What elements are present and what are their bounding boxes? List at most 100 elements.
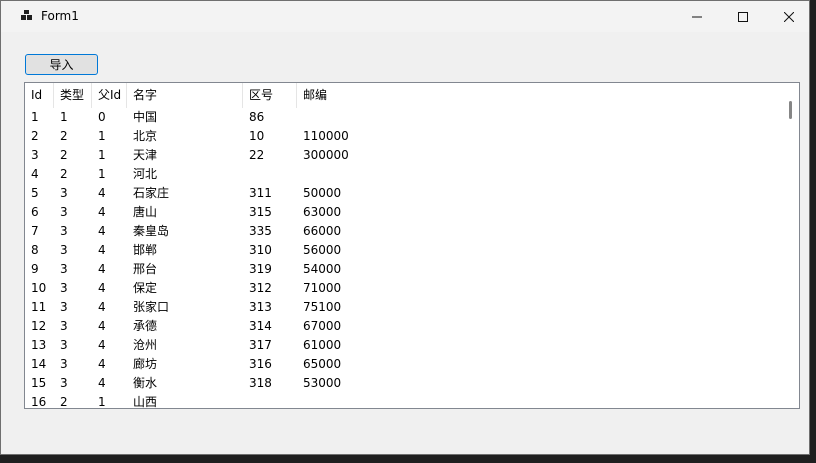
- column-header-postcode[interactable]: 邮编: [297, 83, 377, 108]
- table-row[interactable]: 12 3 4 承德 314 67000: [25, 317, 781, 336]
- cell-parent-id: 1: [98, 395, 106, 409]
- cell-area-code: [243, 393, 249, 408]
- data-listview[interactable]: Id 类型 父Id 名字 区号 邮编 1 1 0 中国 86 2 2 1 北京 10 110000 3…: [24, 82, 800, 409]
- close-icon: [784, 11, 794, 22]
- table-row[interactable]: 7 3 4 秦皇岛 335 66000: [25, 222, 781, 241]
- maximize-icon: [738, 11, 748, 22]
- listview-rows: 1 1 0 中国 86 2 2 1 北京 10 110000 3 2 1 天津 22 300000 4 2 1 河北 5 3…: [25, 108, 781, 409]
- cell-name: 承德: [133, 319, 158, 333]
- cell-area-code: 10: [249, 129, 265, 143]
- table-row[interactable]: 8 3 4 邯郸 310 56000: [25, 241, 781, 260]
- cell-type: 1: [60, 110, 68, 124]
- cell-name: 河北: [133, 167, 158, 181]
- cell-type: 3: [60, 338, 68, 352]
- cell-parent-id: 4: [98, 281, 106, 295]
- cell-area-code: 311: [249, 186, 272, 200]
- cell-id: 11: [31, 300, 47, 314]
- table-row[interactable]: 1 1 0 中国 86: [25, 108, 781, 127]
- table-row[interactable]: 13 3 4 沧州 317 61000: [25, 336, 781, 355]
- column-header-name[interactable]: 名字: [127, 83, 243, 108]
- cell-id: 4: [31, 167, 39, 181]
- cell-parent-id: 1: [98, 167, 106, 181]
- cell-parent-id: 4: [98, 338, 106, 352]
- cell-area-code: 86: [249, 110, 265, 124]
- cell-name: 保定: [133, 281, 158, 295]
- table-row[interactable]: 9 3 4 邢台 319 54000: [25, 260, 781, 279]
- cell-id: 7: [31, 224, 39, 238]
- cell-type: 3: [60, 224, 68, 238]
- table-row[interactable]: 15 3 4 衡水 318 53000: [25, 374, 781, 393]
- cell-postcode: [297, 165, 303, 184]
- cell-name: 张家口: [133, 300, 170, 314]
- cell-postcode: 61000: [303, 338, 342, 352]
- table-row[interactable]: 4 2 1 河北: [25, 165, 781, 184]
- cell-parent-id: 4: [98, 319, 106, 333]
- cell-area-code: 310: [249, 243, 272, 257]
- cell-id: 10: [31, 281, 47, 295]
- table-row[interactable]: 10 3 4 保定 312 71000: [25, 279, 781, 298]
- cell-type: 3: [60, 300, 68, 314]
- cell-id: 9: [31, 262, 39, 276]
- cell-area-code: 316: [249, 357, 272, 371]
- cell-postcode: 67000: [303, 319, 342, 333]
- cell-name: 山西: [133, 395, 158, 409]
- title-bar[interactable]: Form1: [1, 1, 809, 32]
- cell-type: 3: [60, 376, 68, 390]
- cell-parent-id: 4: [98, 205, 106, 219]
- minimize-button[interactable]: [674, 1, 720, 32]
- cell-type: 3: [60, 186, 68, 200]
- table-row[interactable]: 11 3 4 张家口 313 75100: [25, 298, 781, 317]
- app-icon: [21, 10, 32, 20]
- cell-area-code: 315: [249, 205, 272, 219]
- cell-id: 3: [31, 148, 39, 162]
- cell-postcode: 63000: [303, 205, 342, 219]
- cell-type: 2: [60, 395, 68, 409]
- cell-type: 2: [60, 129, 68, 143]
- cell-name: 衡水: [133, 376, 158, 390]
- cell-id: 13: [31, 338, 47, 352]
- cell-type: 3: [60, 205, 68, 219]
- cell-postcode: 300000: [303, 148, 349, 162]
- cell-parent-id: 4: [98, 376, 106, 390]
- cell-area-code: 317: [249, 338, 272, 352]
- cell-id: 2: [31, 129, 39, 143]
- table-row[interactable]: 2 2 1 北京 10 110000: [25, 127, 781, 146]
- table-row[interactable]: 6 3 4 唐山 315 63000: [25, 203, 781, 222]
- table-row[interactable]: 3 2 1 天津 22 300000: [25, 146, 781, 165]
- cell-name: 邢台: [133, 262, 158, 276]
- cell-name: 天津: [133, 148, 158, 162]
- vertical-scrollbar[interactable]: [782, 83, 799, 408]
- cell-area-code: 22: [249, 148, 265, 162]
- cell-postcode: 50000: [303, 186, 342, 200]
- column-header-type[interactable]: 类型: [54, 83, 92, 108]
- window-title: Form1: [41, 9, 79, 23]
- cell-parent-id: 4: [98, 262, 106, 276]
- table-row[interactable]: 14 3 4 廊坊 316 65000: [25, 355, 781, 374]
- column-header-area-code[interactable]: 区号: [243, 83, 297, 108]
- column-header-parent-id[interactable]: 父Id: [92, 83, 127, 108]
- maximize-button[interactable]: [720, 1, 766, 32]
- cell-postcode: 54000: [303, 262, 342, 276]
- cell-name: 中国: [133, 110, 158, 124]
- cell-name: 廊坊: [133, 357, 158, 371]
- cell-name: 唐山: [133, 205, 158, 219]
- scrollbar-thumb[interactable]: [789, 101, 792, 119]
- cell-name: 北京: [133, 129, 158, 143]
- table-row[interactable]: 5 3 4 石家庄 311 50000: [25, 184, 781, 203]
- cell-area-code: 335: [249, 224, 272, 238]
- cell-area-code: 312: [249, 281, 272, 295]
- import-button[interactable]: 导入: [25, 54, 98, 75]
- cell-id: 6: [31, 205, 39, 219]
- cell-type: 3: [60, 319, 68, 333]
- cell-id: 16: [31, 395, 47, 409]
- minimize-icon: [692, 16, 702, 17]
- cell-parent-id: 1: [98, 129, 106, 143]
- cell-postcode: 110000: [303, 129, 349, 143]
- cell-parent-id: 4: [98, 243, 106, 257]
- cell-postcode: 65000: [303, 357, 342, 371]
- table-row[interactable]: 16 2 1 山西: [25, 393, 781, 409]
- column-header-id[interactable]: Id: [25, 83, 54, 108]
- cell-postcode: 53000: [303, 376, 342, 390]
- close-button[interactable]: [766, 1, 812, 32]
- cell-id: 1: [31, 110, 39, 124]
